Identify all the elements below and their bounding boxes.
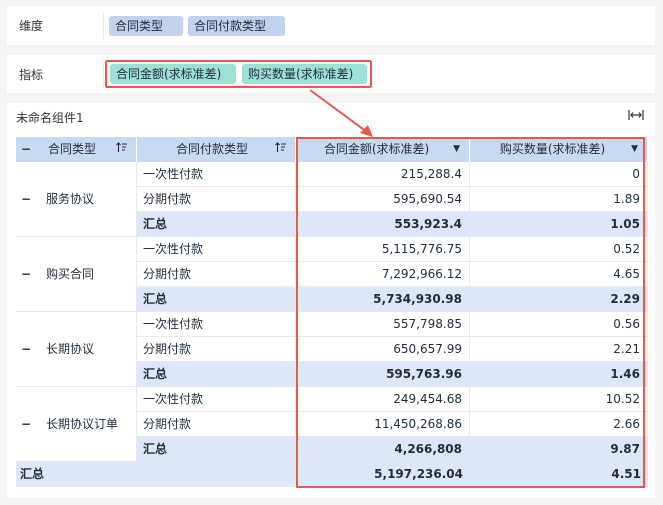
amount-cell: 4,266,808 (296, 437, 470, 462)
payment-type-cell: 分期付款 (137, 337, 296, 362)
pivot-table: − 合同类型 合同付款类型 合同金额(求标准差) ▼ 购买数量(求标准差) ▼ − 服务协议 一次… (16, 137, 648, 487)
group-cell[interactable]: − 购买合同 (16, 237, 137, 312)
grand-total-label: 汇总 (16, 462, 296, 487)
payment-type-cell: 一次性付款 (137, 312, 296, 337)
payment-type-cell: 一次性付款 (137, 237, 296, 262)
table-header-cell[interactable]: 购买数量(求标准差) ▼ (470, 137, 648, 162)
amount-cell: 215,288.4 (296, 162, 470, 187)
payment-type-cell: 一次性付款 (137, 162, 296, 187)
component-panel: 未命名组件1 − 合同类型 合同付款类型 合同金额(求标准差) ▼ 购买数量(求标准差) ▼… (7, 103, 655, 498)
table-header-cell[interactable]: 合同金额(求标准差) ▼ (296, 137, 470, 162)
amount-cell: 650,657.99 (296, 337, 470, 362)
amount-cell: 595,763.96 (296, 362, 470, 387)
amount-cell: 11,450,268.86 (296, 412, 470, 437)
indicator-label: 指标 (19, 67, 44, 82)
quantity-cell: 2.29 (470, 287, 648, 312)
quantity-cell: 1.46 (470, 362, 648, 387)
subtotal-label: 汇总 (137, 362, 296, 387)
quantity-cell: 9.87 (470, 437, 648, 462)
dimension-label: 维度 (19, 19, 44, 33)
caret-down-icon[interactable]: ▼ (453, 137, 460, 162)
group-cell[interactable]: − 长期协议 (16, 312, 137, 387)
quantity-cell: 1.05 (470, 212, 648, 237)
table-header-cell[interactable]: 合同付款类型 (137, 137, 296, 162)
quantity-cell: 1.89 (470, 187, 648, 212)
dimension-divider (103, 12, 104, 39)
subtotal-label: 汇总 (137, 212, 296, 237)
quantity-cell: 10.52 (470, 387, 648, 412)
group-label: 长期协议 (46, 342, 95, 356)
dimension-chip-contract-type[interactable]: 合同类型 (109, 16, 183, 36)
amount-cell: 7,292,966.12 (296, 262, 470, 287)
quantity-cell: 0 (470, 162, 648, 187)
table-header-cell[interactable]: − 合同类型 (16, 137, 137, 162)
amount-cell: 5,115,776.75 (296, 237, 470, 262)
payment-type-cell: 分期付款 (137, 262, 296, 287)
quantity-cell: 2.66 (470, 412, 648, 437)
group-cell[interactable]: − 服务协议 (16, 162, 137, 237)
amount-cell: 595,690.54 (296, 187, 470, 212)
indicator-panel: 指标 合同金额(求标准差) 购买数量(求标准差) (7, 55, 655, 93)
amount-cell: 5,734,930.98 (296, 287, 470, 312)
grand-total-quantity: 4.51 (470, 462, 648, 487)
sort-icon[interactable] (116, 137, 128, 162)
component-title: 未命名组件1 (16, 111, 84, 125)
collapse-icon[interactable]: − (20, 387, 32, 461)
subtotal-label: 汇总 (137, 287, 296, 312)
dimension-panel: 维度 合同类型 合同付款类型 (7, 6, 655, 45)
payment-type-cell: 一次性付款 (137, 387, 296, 412)
sort-icon[interactable] (275, 137, 287, 162)
quantity-cell: 0.52 (470, 237, 648, 262)
quantity-cell: 4.65 (470, 262, 648, 287)
dimension-chip-payment-type[interactable]: 合同付款类型 (188, 16, 285, 36)
quantity-cell: 0.56 (470, 312, 648, 337)
collapse-icon[interactable]: − (20, 312, 32, 386)
quantity-cell: 2.21 (470, 337, 648, 362)
indicator-divider (103, 61, 104, 87)
collapse-icon[interactable]: − (20, 162, 32, 236)
table-header-label: 购买数量(求标准差) (499, 142, 606, 156)
payment-type-cell: 分期付款 (137, 412, 296, 437)
table-header-label: 合同付款类型 (175, 142, 248, 156)
grand-total-amount: 5,197,236.04 (296, 462, 470, 487)
group-label: 服务协议 (46, 192, 95, 206)
group-cell[interactable]: − 长期协议订单 (16, 387, 137, 462)
indicator-chip-amount[interactable]: 合同金额(求标准差) (110, 64, 236, 84)
caret-down-icon[interactable]: ▼ (631, 137, 638, 162)
expand-width-icon[interactable] (628, 109, 644, 125)
indicator-chip-quantity[interactable]: 购买数量(求标准差) (242, 64, 367, 84)
amount-cell: 553,923.4 (296, 212, 470, 237)
subtotal-label: 汇总 (137, 437, 296, 462)
table-header-label: 合同金额(求标准差) (323, 142, 430, 156)
payment-type-cell: 分期付款 (137, 187, 296, 212)
group-label: 购买合同 (46, 267, 95, 281)
amount-cell: 249,454.68 (296, 387, 470, 412)
group-label: 长期协议订单 (46, 417, 119, 431)
collapse-icon[interactable]: − (20, 237, 32, 311)
amount-cell: 557,798.85 (296, 312, 470, 337)
